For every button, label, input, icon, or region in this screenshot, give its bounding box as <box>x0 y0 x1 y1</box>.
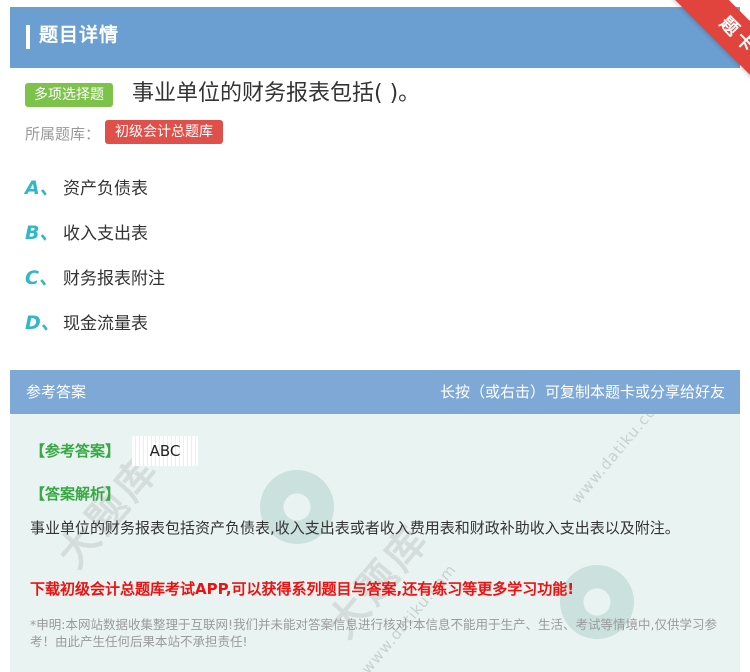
option-letter: B、 <box>25 222 59 244</box>
answer-panel: 大题库 大题库 www.datiku.com www.datiku.com 参考… <box>10 370 740 672</box>
explanation-text: 事业单位的财务报表包括资产负债表,收入支出表或者收入费用表和财政补助收入支出表以… <box>30 519 680 537</box>
option-letter: D、 <box>25 312 60 334</box>
option-text: 现金流量表 <box>63 314 148 334</box>
option-b[interactable]: B、 收入支出表 <box>25 219 148 247</box>
card-ribbon: 题卡 <box>660 0 750 89</box>
option-d[interactable]: D、 现金流量表 <box>25 309 148 337</box>
question-type-tag: 多项选择题 <box>25 83 113 107</box>
app-promo-link[interactable]: 下载初级会计总题库考试APP,可以获得系列题目与答案,还有练习等更多学习功能! <box>30 578 574 600</box>
answer-label: 【参考答案】 <box>30 442 121 460</box>
header-title: 题目详情 <box>39 24 120 46</box>
answer-header: 参考答案 长按（或右击）可复制本题卡或分享给好友 <box>10 370 740 414</box>
answer-section-title: 参考答案 <box>26 383 87 401</box>
option-c[interactable]: C、 财务报表附注 <box>25 264 165 292</box>
question-text: 事业单位的财务报表包括( )。 <box>132 81 421 106</box>
option-a[interactable]: A、 资产负债表 <box>25 174 148 202</box>
question-header: 题目详情 <box>10 7 740 68</box>
question-card: 题目详情 多项选择题 事业单位的财务报表包括( )。 所属题库： 初级会计总题库… <box>10 7 740 337</box>
option-text: 资产负债表 <box>63 179 148 199</box>
ribbon-label: 题卡 <box>667 0 750 89</box>
answer-value: ABC <box>132 436 198 466</box>
question-bank-tag[interactable]: 初级会计总题库 <box>105 120 223 144</box>
option-text: 收入支出表 <box>63 224 148 244</box>
option-letter: A、 <box>25 177 59 199</box>
option-letter: C、 <box>25 267 58 289</box>
share-tip: 长按（或右击）可复制本题卡或分享给好友 <box>439 383 725 401</box>
explanation-label: 【答案解析】 <box>30 485 121 503</box>
disclaimer-text: *申明:本网站数据收集整理于互联网!我们并未能对答案信息进行核对!本信息不能用于… <box>30 617 717 649</box>
option-text: 财务报表附注 <box>63 269 165 289</box>
header-accent-bar <box>26 25 30 49</box>
question-bank-label: 所属题库： <box>25 125 101 143</box>
